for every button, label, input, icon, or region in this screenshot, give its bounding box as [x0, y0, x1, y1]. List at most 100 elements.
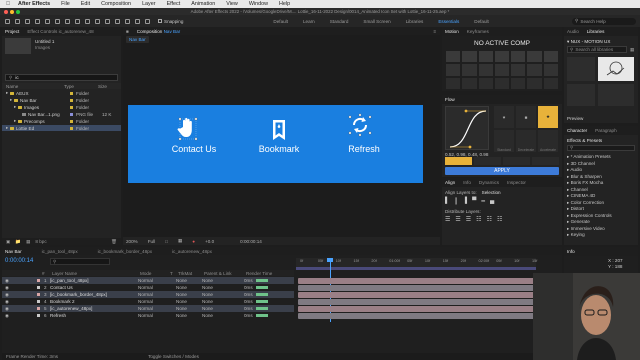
motion-tool-button[interactable]: [446, 51, 461, 63]
flow-preset-decelerate[interactable]: Decelerate: [516, 130, 536, 152]
layer-duration-bar[interactable]: [298, 305, 534, 312]
tab-align[interactable]: Align: [445, 180, 455, 185]
workspace-default[interactable]: Default: [273, 19, 288, 24]
motion-tool-button[interactable]: [543, 64, 558, 76]
tab-keyframes[interactable]: Keyframes: [467, 29, 489, 34]
lock-icon[interactable]: ■: [126, 29, 129, 34]
apply-button[interactable]: APPLY: [445, 167, 559, 175]
align-bottom-icon[interactable]: ▄: [490, 198, 494, 205]
visibility-eye-icon[interactable]: ◉: [5, 299, 25, 305]
column-trkmat[interactable]: TrkMat: [178, 271, 204, 276]
clone-tool-icon[interactable]: [115, 18, 120, 24]
distribute-vcenter-icon[interactable]: ☰: [455, 216, 460, 223]
motion-tool-button[interactable]: [478, 64, 493, 76]
interpret-footage-icon[interactable]: ▣: [6, 239, 10, 245]
library-select[interactable]: ▾ NUX - MOTION UX: [567, 39, 610, 45]
menu-edit[interactable]: Edit: [81, 1, 90, 7]
align-left-icon[interactable]: ▌: [445, 198, 449, 205]
motion-tool-button[interactable]: [543, 77, 558, 89]
project-row[interactable]: ▸ Nav Bar Folder: [2, 97, 121, 103]
app-name-menu[interactable]: After Effects: [18, 1, 50, 7]
layer-trkmat-select[interactable]: None: [176, 285, 202, 290]
menu-view[interactable]: View: [226, 1, 238, 7]
trash-icon[interactable]: 🗑: [111, 239, 117, 245]
flow-preset-accelerate[interactable]: Accelerate: [538, 130, 558, 152]
layer-name[interactable]: Refresh: [50, 313, 138, 318]
project-row[interactable]: ▸ Lottie Ed Folder: [2, 125, 121, 131]
motion-tool-button[interactable]: [462, 77, 477, 89]
flow-preset-standard[interactable]: Standard: [494, 130, 514, 152]
effects-search-input[interactable]: ⚲: [567, 145, 635, 151]
timeline-layer-row[interactable]: ◉ 2 Contact Us Normal None None 0ms: [2, 284, 294, 291]
column-size[interactable]: Size: [98, 84, 107, 89]
label-color-chip[interactable]: [70, 98, 73, 102]
project-row[interactable]: ▸ AEUX Folder: [2, 90, 121, 96]
timeline-layer-row[interactable]: ◉ 3 [ic_bookmark_border_48px] Normal None Non…: [2, 291, 294, 298]
label-color-chip[interactable]: [70, 91, 73, 95]
effects-category[interactable]: ▸ Keying: [567, 232, 637, 239]
flow-preset[interactable]: ♥: [494, 106, 514, 128]
type-tool-icon[interactable]: [95, 18, 100, 24]
library-asset-thumbnail[interactable]: [598, 57, 634, 81]
layer-parent-select[interactable]: None: [202, 313, 244, 318]
column-mode[interactable]: Mode: [140, 271, 170, 276]
tab-project[interactable]: Project: [5, 29, 19, 34]
column-type[interactable]: Type: [64, 84, 98, 89]
menu-file[interactable]: File: [61, 1, 70, 7]
rotate-tool-icon[interactable]: [45, 18, 50, 24]
layer-mode-select[interactable]: Normal: [138, 313, 176, 318]
pan-behind-tool-icon[interactable]: [65, 18, 70, 24]
resolution-select[interactable]: Full: [148, 239, 155, 244]
library-search-input[interactable]: ⚲ Search all libraries: [567, 46, 627, 53]
menu-composition[interactable]: Composition: [101, 1, 131, 7]
current-time-head[interactable]: [327, 258, 333, 262]
brush-tool-icon[interactable]: [105, 18, 110, 24]
motion-tool-button[interactable]: [511, 51, 526, 63]
layer-mode-select[interactable]: Normal: [138, 278, 176, 283]
pen-tool-icon[interactable]: [85, 18, 90, 24]
distribute-left-icon[interactable]: ☷: [476, 216, 481, 223]
work-area-bar[interactable]: [296, 267, 536, 270]
flow-preset[interactable]: ■: [516, 106, 536, 128]
layer-label-color[interactable]: [37, 300, 40, 303]
distribute-right-icon[interactable]: ☷: [497, 216, 502, 223]
flow-preset-swatch[interactable]: [445, 157, 472, 165]
layer-label-color[interactable]: [37, 293, 40, 296]
label-color-chip[interactable]: [70, 119, 73, 123]
layer-duration-bar[interactable]: [298, 284, 534, 291]
apple-icon[interactable]: : [6, 1, 10, 7]
layer-trkmat-select[interactable]: None: [176, 313, 202, 318]
search-help-field[interactable]: ⚲ Search Help: [572, 17, 636, 25]
motion-tool-button[interactable]: [543, 51, 558, 63]
motion-tool-button[interactable]: [478, 51, 493, 63]
motion-tool-button[interactable]: [511, 64, 526, 76]
project-row[interactable]: ▸ Images Folder: [2, 104, 121, 110]
flow-preset-swatch[interactable]: [503, 157, 530, 165]
project-search-input[interactable]: ⚲ ic: [5, 74, 118, 81]
preview-tab[interactable]: Preview: [567, 116, 583, 121]
new-folder-icon[interactable]: 📁: [15, 239, 21, 245]
align-top-icon[interactable]: ▀: [472, 198, 476, 205]
timeline-layer-row[interactable]: ◉ 4 Bookmark 2 Normal None None 0ms: [2, 298, 294, 305]
column-parent[interactable]: Parent & Link: [204, 271, 246, 276]
color-channel-icon[interactable]: ●: [192, 239, 195, 244]
toggle-switches-modes-button[interactable]: Toggle Switches / Modes: [148, 354, 199, 359]
panel-menu-icon[interactable]: ≡: [433, 29, 436, 34]
timeline-layer-row[interactable]: ◉ 5 [ic_autorenew_48px] Normal None None 0ms: [2, 305, 294, 312]
layer-name[interactable]: Contact Us: [50, 285, 138, 290]
visibility-eye-icon[interactable]: ◉: [5, 292, 25, 298]
align-right-icon[interactable]: ▐: [463, 198, 467, 205]
layer-mode-select[interactable]: Normal: [138, 299, 176, 304]
tab-composition[interactable]: Composition Nav Bar: [137, 29, 180, 34]
menu-window[interactable]: Window: [249, 1, 268, 7]
motion-tool-button[interactable]: [527, 64, 542, 76]
layer-duration-bar[interactable]: [298, 298, 534, 305]
minimize-window-button[interactable]: [10, 9, 14, 14]
breadcrumb-item[interactable]: Nav Bar: [129, 37, 146, 42]
transparency-grid-icon[interactable]: ▦: [178, 238, 182, 244]
motion-tool-button[interactable]: [446, 77, 461, 89]
visibility-eye-icon[interactable]: ◉: [5, 306, 25, 312]
visibility-eye-icon[interactable]: ◉: [5, 285, 25, 291]
region-of-interest-icon[interactable]: □: [165, 239, 168, 244]
distribute-top-icon[interactable]: ☰: [445, 216, 450, 223]
